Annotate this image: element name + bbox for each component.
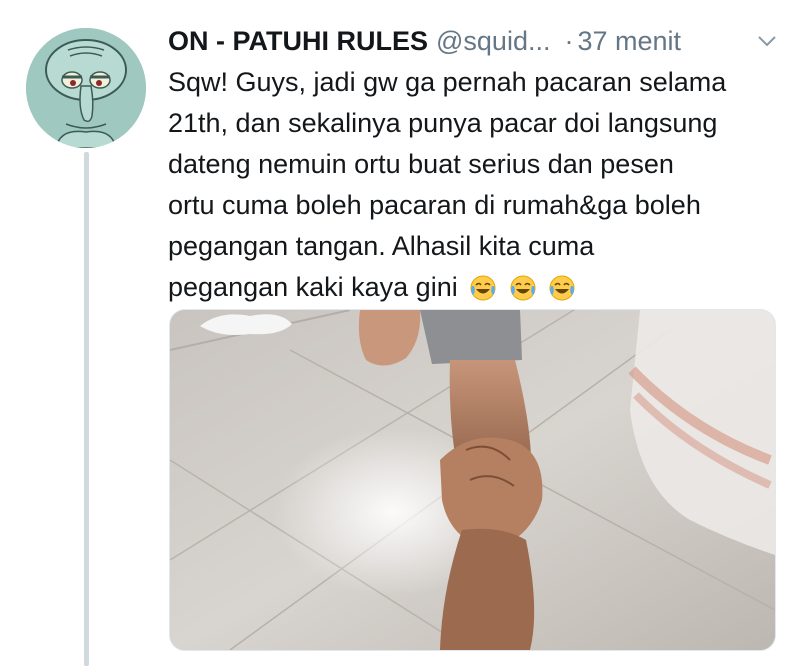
squidward-avatar-icon <box>26 28 146 148</box>
user-handle[interactable]: @squid... <box>436 26 550 57</box>
tweet-header: ON - PATUHI RULES @squid... · 37 menit <box>168 22 778 60</box>
chevron-down-icon[interactable] <box>756 30 778 52</box>
thread-line <box>84 152 89 666</box>
face-with-tears-of-joy-icon <box>510 275 536 301</box>
display-name[interactable]: ON - PATUHI RULES <box>168 26 428 57</box>
tweet[interactable]: ON - PATUHI RULES @squid... · 37 menit S… <box>0 0 800 666</box>
timestamp[interactable]: 37 menit <box>577 26 681 57</box>
face-with-tears-of-joy-icon <box>549 275 575 301</box>
tweet-text-line: dateng nemuin ortu buat serius dan pesen <box>168 149 674 179</box>
tweet-text-line-last: pegangan kaki kaya gini <box>168 267 778 308</box>
avatar[interactable] <box>26 28 146 148</box>
tweet-text-line: 21th, dan sekalinya punya pacar doi lang… <box>168 108 718 138</box>
face-with-tears-of-joy-icon <box>470 275 496 301</box>
tweet-text-line: ortu cuma boleh pacaran di rumah&ga bole… <box>168 190 701 220</box>
tweet-text-line: Sqw! Guys, jadi gw ga pernah pacaran sel… <box>168 67 727 97</box>
tweet-text-line: pegangan tangan. Alhasil kita cuma <box>168 231 595 261</box>
feet-photo <box>170 310 775 650</box>
tweet-text-line: pegangan kaki kaya gini <box>168 272 458 302</box>
tweet-text: Sqw! Guys, jadi gw ga pernah pacaran sel… <box>168 62 778 308</box>
tweet-photo[interactable] <box>169 309 776 651</box>
separator-dot: · <box>564 25 574 56</box>
